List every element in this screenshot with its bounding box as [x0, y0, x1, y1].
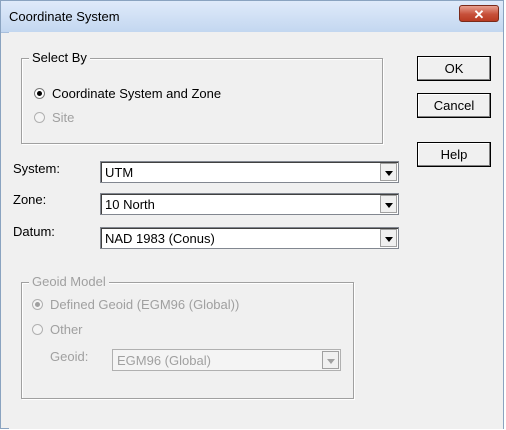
radio-checked-icon: [34, 88, 45, 99]
title-bar[interactable]: Coordinate System ✕: [1, 1, 503, 33]
chevron-down-icon[interactable]: [380, 195, 397, 213]
radio-other-label: Other: [50, 322, 83, 337]
geoid-model-legend: Geoid Model: [29, 274, 109, 289]
radio-defined-geoid[interactable]: Defined Geoid (EGM96 (Global)): [32, 297, 239, 312]
zone-value: 10 North: [105, 197, 155, 212]
radio-site[interactable]: Site: [34, 110, 74, 125]
dialog-title: Coordinate System: [9, 9, 120, 24]
radio-coordinate-system-zone[interactable]: Coordinate System and Zone: [34, 86, 221, 101]
radio-unchecked-icon: [34, 112, 45, 123]
ok-button[interactable]: OK: [417, 56, 491, 81]
cancel-button[interactable]: Cancel: [417, 93, 491, 118]
system-label: System:: [13, 161, 60, 176]
datum-select[interactable]: NAD 1983 (Conus): [100, 227, 399, 249]
help-button[interactable]: Help: [417, 142, 491, 167]
system-select[interactable]: UTM: [100, 161, 399, 183]
radio-defined-geoid-label: Defined Geoid (EGM96 (Global)): [50, 297, 240, 312]
close-icon: ✕: [473, 7, 485, 22]
zone-select[interactable]: 10 North: [100, 193, 399, 215]
chevron-down-icon[interactable]: [380, 229, 397, 247]
zone-label: Zone:: [13, 192, 47, 207]
select-by-legend: Select By: [29, 50, 90, 65]
dialog-body: Select By Coordinate System and Zone Sit…: [9, 32, 503, 429]
radio-unchecked-icon: [32, 324, 43, 335]
select-by-group: Select By Coordinate System and Zone Sit…: [21, 50, 383, 144]
geoid-label: Geoid:: [50, 349, 89, 364]
datum-label: Datum:: [13, 224, 55, 239]
radio-coordinate-system-zone-label: Coordinate System and Zone: [52, 86, 222, 101]
close-button[interactable]: ✕: [459, 5, 499, 22]
geoid-model-group: Geoid Model Defined Geoid (EGM96 (Global…: [21, 274, 354, 399]
geoid-select[interactable]: EGM96 (Global): [112, 349, 341, 371]
coordinate-system-dialog: Coordinate System ✕ Select By Coordinate…: [0, 0, 504, 429]
geoid-value: EGM96 (Global): [117, 353, 211, 368]
radio-site-label: Site: [52, 110, 75, 125]
radio-other[interactable]: Other: [32, 322, 83, 337]
radio-checked-icon: [32, 299, 43, 310]
datum-value: NAD 1983 (Conus): [105, 231, 215, 246]
chevron-down-icon[interactable]: [380, 163, 397, 181]
chevron-down-icon[interactable]: [322, 351, 339, 369]
system-value: UTM: [105, 165, 134, 180]
